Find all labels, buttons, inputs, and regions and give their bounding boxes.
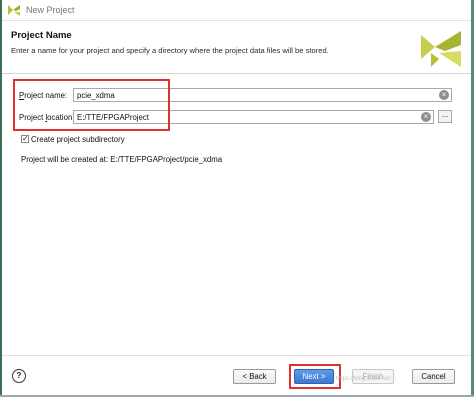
wizard-header: Project Name Enter a name for your proje… <box>2 21 471 73</box>
title-bar: New Project <box>2 0 471 21</box>
vivado-app-icon <box>8 5 20 16</box>
project-name-input[interactable] <box>74 89 451 101</box>
footer-divider <box>2 355 471 356</box>
back-button[interactable]: < Back <box>233 369 276 384</box>
create-subdir-checkbox[interactable]: ✓ <box>21 135 29 143</box>
page-description: Enter a name for your project and specif… <box>11 46 329 55</box>
project-location-label: Project location: <box>19 113 75 122</box>
project-location-field[interactable]: × <box>73 110 434 124</box>
browse-button[interactable]: ... <box>438 110 452 123</box>
help-button[interactable]: ? <box>12 369 26 383</box>
created-at-text: Project will be created at: E:/TTE/FPGAP… <box>21 155 223 164</box>
project-name-field[interactable]: × <box>73 88 452 102</box>
vivado-logo-icon <box>421 31 461 67</box>
clear-name-icon[interactable]: × <box>439 90 449 100</box>
cancel-button[interactable]: Cancel <box>412 369 455 384</box>
project-location-input[interactable] <box>74 111 433 123</box>
project-name-label: Project name: <box>19 91 68 100</box>
page-title: Project Name <box>11 30 72 41</box>
window-title: New Project <box>26 5 75 15</box>
clear-location-icon[interactable]: × <box>421 112 431 122</box>
next-button[interactable]: Next > <box>294 369 334 384</box>
create-subdir-label[interactable]: Create project subdirectory <box>31 135 125 144</box>
project-name-label-rest: roject name: <box>24 91 68 100</box>
header-divider <box>2 73 471 74</box>
watermark-text: https://blog.csdn.net/... <box>336 376 397 382</box>
